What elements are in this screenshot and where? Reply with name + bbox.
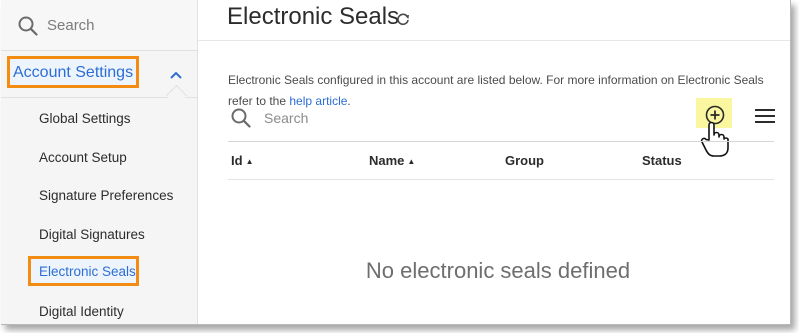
search-icon [18,16,38,41]
column-header-name[interactable]: Name ▲ [369,153,415,168]
sidebar-item-electronic-seals[interactable]: Electronic Seals [39,264,136,279]
description-end: . [347,94,351,108]
sort-ascending-icon: ▲ [407,157,416,167]
app-window: Search Account Settings Global Settings … [1,0,791,325]
help-article-link[interactable]: help article [289,94,347,108]
account-settings-label: Account Settings [13,64,134,81]
sidebar-item-digital-identity[interactable]: Digital Identity [39,304,124,319]
column-header-group[interactable]: Group [505,153,544,168]
refresh-icon[interactable] [396,12,410,31]
table-header-divider [228,179,774,180]
sort-ascending-icon: ▲ [245,157,254,167]
chevron-up-icon[interactable] [170,66,182,84]
search-input[interactable]: Search [264,110,308,126]
title-divider [198,40,790,41]
column-label-id: Id [231,153,243,168]
sidebar-search-placeholder: Search [47,17,95,34]
sidebar-item-signature-preferences[interactable]: Signature Preferences [39,188,173,203]
column-header-id[interactable]: Id ▲ [231,153,253,168]
hamburger-menu-icon[interactable] [755,108,775,129]
main-content: Electronic Seals Electronic Seals config… [198,0,790,324]
table-top-divider [228,141,774,142]
description: Electronic Seals configured in this acco… [228,70,768,112]
empty-state-message: No electronic seals defined [365,258,631,283]
account-settings-section[interactable]: Account Settings [1,50,197,98]
search-icon[interactable] [231,108,251,133]
column-header-status[interactable]: Status [642,153,682,168]
sidebar: Search Account Settings Global Settings … [1,0,198,324]
sidebar-item-global-settings[interactable]: Global Settings [39,111,131,126]
column-label-name: Name [369,153,405,168]
sidebar-item-digital-signatures[interactable]: Digital Signatures [39,227,145,242]
sidebar-item-account-setup[interactable]: Account Setup [39,150,127,165]
page-title: Electronic Seals [227,3,400,30]
sidebar-search[interactable]: Search [1,0,197,51]
